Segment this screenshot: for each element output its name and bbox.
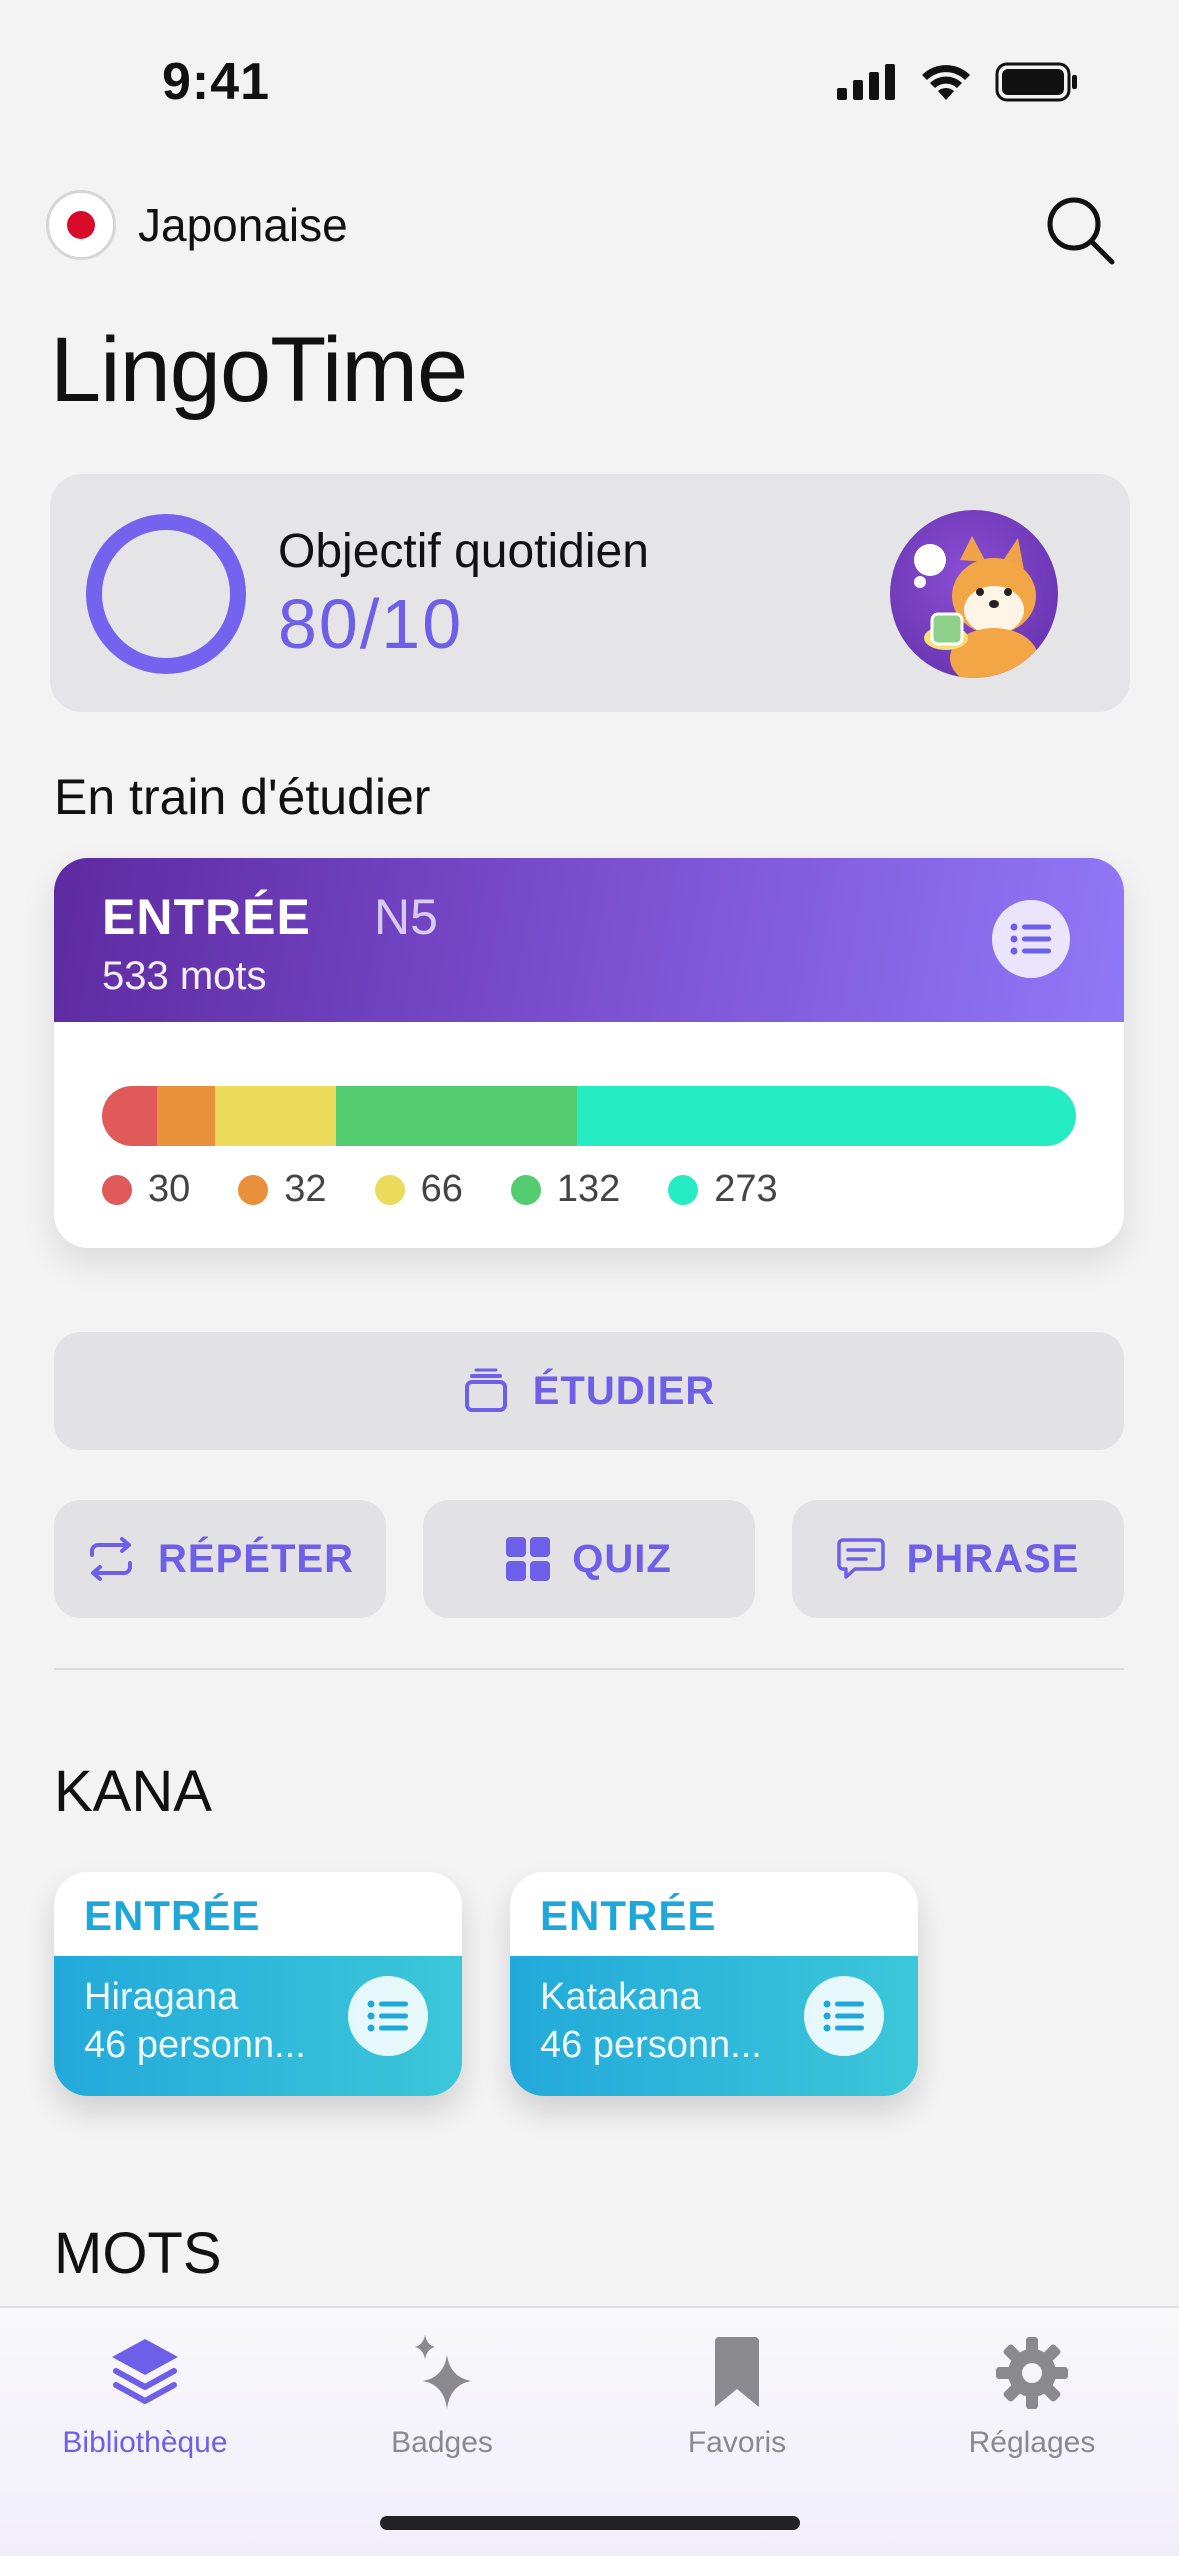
goal-value: 80/10	[278, 585, 464, 663]
bookmark-icon	[715, 2337, 759, 2407]
kana-card-level: ENTRÉE	[540, 1892, 717, 1939]
progress-segment	[215, 1086, 336, 1146]
legend-count: 132	[556, 1168, 621, 1210]
legend-dot	[238, 1174, 269, 1205]
legend-count: 30	[148, 1168, 191, 1210]
shiba-dog-icon	[914, 536, 1038, 678]
list-icon	[367, 2000, 408, 2032]
study-word-count: 533 mots	[102, 954, 267, 998]
phrase-button-label: PHRASE	[906, 1536, 1080, 1581]
gear-icon	[996, 2337, 1068, 2409]
cellular-signal-icon	[837, 64, 895, 100]
goal-progress-ring	[86, 514, 246, 674]
battery-icon	[995, 62, 1077, 102]
repeat-button[interactable]: RÉPÉTER	[54, 1500, 386, 1618]
daily-goal-card[interactable]: Objectif quotidien 80/10	[50, 474, 1130, 712]
tab-library[interactable]: Bibliothèque	[25, 2328, 265, 2478]
phrase-button[interactable]: PHRASE	[792, 1500, 1124, 1618]
legend-dot	[668, 1174, 699, 1205]
repeat-button-label: RÉPÉTER	[158, 1536, 354, 1581]
status-bar: 9:41	[0, 0, 1179, 160]
legend-item: 32	[238, 1168, 327, 1211]
grid-icon	[506, 1537, 551, 1581]
tab-label: Réglages	[968, 2426, 1096, 2459]
chat-bubble-icon	[836, 1538, 885, 1579]
progress-segment	[335, 1086, 578, 1146]
study-level: ENTRÉE	[102, 889, 311, 945]
legend-dot	[374, 1174, 405, 1205]
legend-count: 66	[420, 1168, 463, 1210]
study-button-label: ÉTUDIER	[532, 1368, 716, 1413]
studying-section-title: En train d'étudier	[54, 769, 431, 825]
kana-list-button[interactable]	[348, 1976, 428, 2056]
progress-segment	[102, 1086, 157, 1146]
app-title: LingoTime	[50, 319, 468, 421]
study-sublevel: N5	[374, 889, 438, 945]
search-button[interactable]	[1040, 190, 1120, 270]
kana-card-name: Hiragana	[84, 1976, 239, 2018]
tab-badges[interactable]: Badges	[322, 2328, 562, 2478]
word-list-button[interactable]	[992, 900, 1070, 978]
repeat-icon	[90, 1537, 133, 1581]
language-label: Japonaise	[138, 199, 348, 251]
words-section-title: MOTS	[54, 2221, 222, 2286]
mastery-legend: 30 32 66 132 273	[102, 1168, 826, 1211]
kana-card-level: ENTRÉE	[84, 1892, 261, 1939]
stack-icon	[112, 2339, 178, 2404]
legend-item: 66	[374, 1168, 463, 1211]
legend-item: 30	[102, 1168, 190, 1211]
kana-card-katakana[interactable]: ENTRÉE Katakana 46 personn...	[510, 1872, 918, 2096]
tab-settings[interactable]: Réglages	[912, 2328, 1152, 2478]
cards-stack-icon	[464, 1368, 507, 1412]
progress-segment	[156, 1086, 216, 1146]
list-icon	[1010, 923, 1051, 955]
legend-dot	[510, 1174, 541, 1205]
kana-section-title: KANA	[54, 1759, 212, 1824]
mascot-avatar	[890, 510, 1058, 678]
kana-card-count: 46 personn...	[540, 2024, 762, 2066]
quiz-button[interactable]: QUIZ	[423, 1500, 755, 1618]
goal-label: Objectif quotidien	[278, 525, 649, 578]
study-card-header: ENTRÉE N5 533 mots	[54, 858, 1124, 1022]
japan-flag-icon	[46, 190, 116, 260]
kana-list-button[interactable]	[804, 1976, 884, 2056]
current-study-card[interactable]: ENTRÉE N5 533 mots 30 32 66 132 273	[54, 858, 1124, 1248]
legend-dot	[102, 1174, 132, 1205]
study-button[interactable]: ÉTUDIER	[54, 1332, 1124, 1450]
kana-card-count: 46 personn...	[84, 2024, 306, 2066]
legend-count: 273	[714, 1168, 778, 1210]
legend-item: 132	[510, 1168, 621, 1211]
kana-card-name: Katakana	[540, 1976, 701, 2018]
search-icon	[1047, 197, 1115, 265]
progress-segment	[577, 1086, 1076, 1146]
language-selector[interactable]: Japonaise	[46, 190, 348, 260]
status-icons	[837, 62, 1079, 102]
kana-card-hiragana[interactable]: ENTRÉE Hiragana 46 personn...	[54, 1872, 462, 2096]
tab-favorites[interactable]: Favoris	[617, 2328, 857, 2478]
legend-item: 273	[668, 1168, 778, 1211]
wifi-icon	[922, 65, 970, 100]
sparkles-icon	[415, 2335, 471, 2409]
tab-label: Favoris	[687, 2426, 787, 2459]
tab-label: Badges	[391, 2426, 493, 2459]
list-icon	[823, 2000, 864, 2032]
tab-label: Bibliothèque	[62, 2426, 228, 2459]
status-time: 9:41	[162, 53, 271, 111]
mastery-progress-bar	[102, 1086, 1076, 1146]
legend-count: 32	[284, 1168, 327, 1210]
quiz-button-label: QUIZ	[572, 1536, 672, 1581]
section-divider	[54, 1668, 1124, 1670]
home-indicator[interactable]	[380, 2516, 800, 2530]
